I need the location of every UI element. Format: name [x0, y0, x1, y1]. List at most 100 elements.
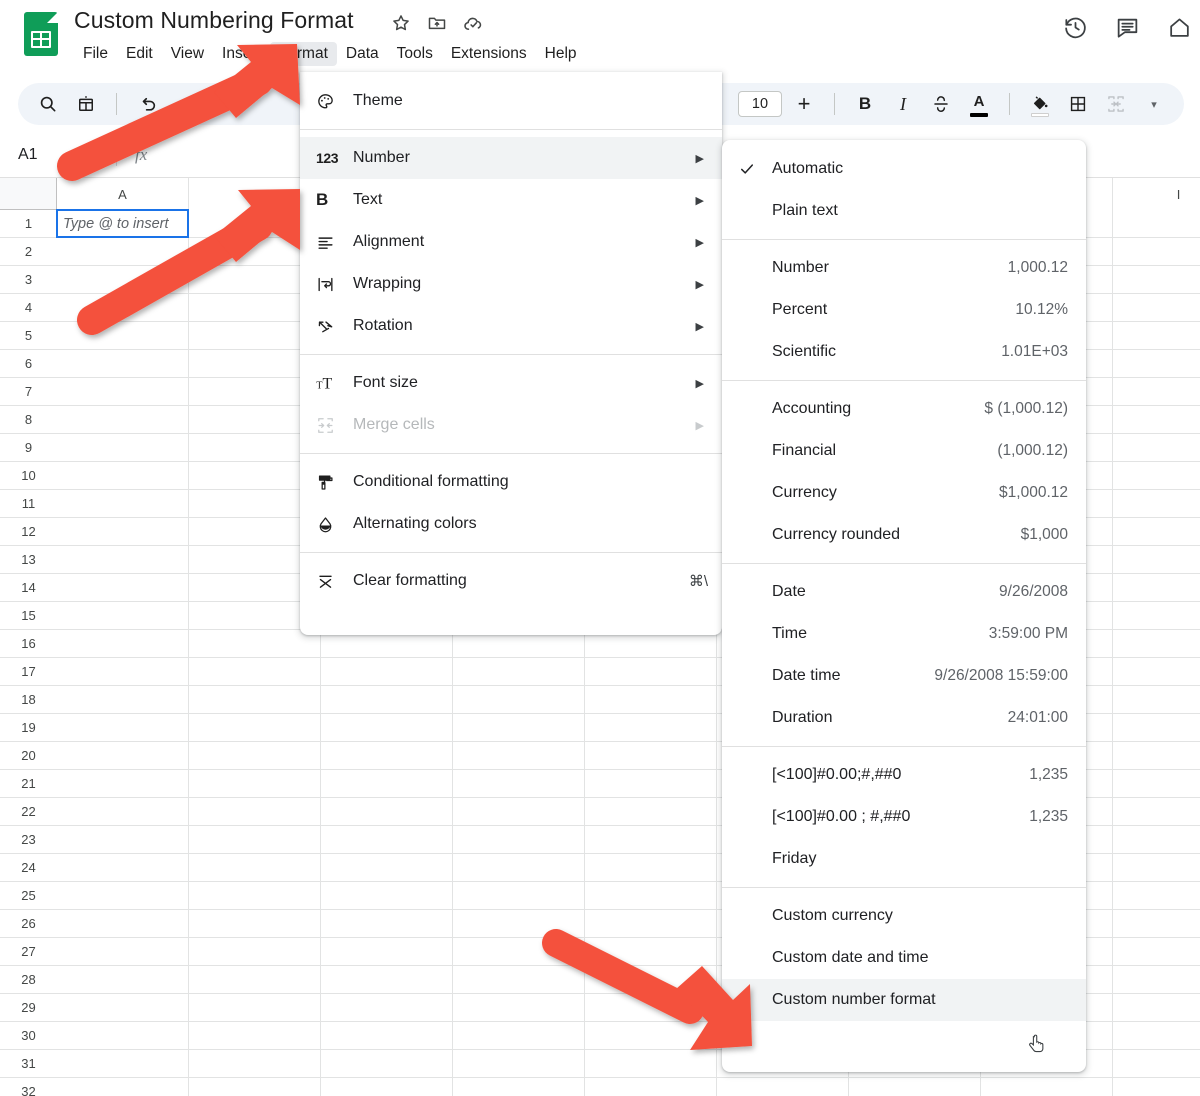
row-header-21[interactable]: 21 — [0, 770, 57, 798]
number-format-item-scientific[interactable]: Scientific1.01E+03 — [722, 331, 1086, 373]
row-header-15[interactable]: 15 — [0, 602, 57, 630]
redo-icon[interactable] — [169, 88, 201, 120]
select-all-corner[interactable] — [0, 178, 57, 210]
row-header-22[interactable]: 22 — [0, 798, 57, 826]
format-menu-item-wrapping[interactable]: Wrapping▶ — [300, 263, 722, 305]
text-color-button[interactable]: A — [963, 88, 995, 120]
number-format-item-custom-date-and-time[interactable]: Custom date and time — [722, 937, 1086, 979]
row-header-18[interactable]: 18 — [0, 686, 57, 714]
row-header-8[interactable]: 8 — [0, 406, 57, 434]
name-box[interactable]: A1 — [10, 141, 106, 169]
menu-edit[interactable]: Edit — [117, 42, 162, 66]
version-history-icon[interactable] — [1060, 12, 1090, 42]
menu-insert[interactable]: Insert — [213, 42, 270, 66]
number-format-item-custom-currency[interactable]: Custom currency — [722, 895, 1086, 937]
cell-A1[interactable]: Type @ to insert — [56, 209, 189, 238]
row-header-32[interactable]: 32 — [0, 1078, 57, 1096]
number-format-item-100-0-00-0[interactable]: [<100]#0.00;#,##01,235 — [722, 754, 1086, 796]
number-format-item-sample: 24:01:00 — [998, 709, 1068, 727]
row-header-28[interactable]: 28 — [0, 966, 57, 994]
number-format-item-currency-rounded[interactable]: Currency rounded$1,000 — [722, 514, 1086, 556]
fill-color-button[interactable] — [1024, 88, 1056, 120]
row-header-2[interactable]: 2 — [0, 238, 57, 266]
number-format-item-percent[interactable]: Percent10.12% — [722, 289, 1086, 331]
number-format-item-plain-text[interactable]: Plain text — [722, 190, 1086, 232]
gridline-vertical — [1112, 210, 1113, 1096]
format-menu-item-alternating-colors[interactable]: Alternating colors — [300, 503, 722, 545]
merge-cells-button[interactable] — [1100, 88, 1132, 120]
number-format-item-duration[interactable]: Duration24:01:00 — [722, 697, 1086, 739]
row-header-20[interactable]: 20 — [0, 742, 57, 770]
row-header-14[interactable]: 14 — [0, 574, 57, 602]
italic-button[interactable]: I — [887, 88, 919, 120]
number-format-item-accounting[interactable]: Accounting$ (1,000.12) — [722, 388, 1086, 430]
borders-button[interactable] — [1062, 88, 1094, 120]
row-header-23[interactable]: 23 — [0, 826, 57, 854]
number-format-item-custom-number-format[interactable]: Custom number format — [722, 979, 1086, 1021]
number-format-item-friday[interactable]: Friday — [722, 838, 1086, 880]
move-to-folder-icon[interactable] — [426, 12, 448, 34]
number-format-item-100-0-00-0[interactable]: [<100]#0.00 ; #,##01,235 — [722, 796, 1086, 838]
menu-data[interactable]: Data — [337, 42, 388, 66]
comment-icon[interactable] — [1112, 12, 1142, 42]
row-header-29[interactable]: 29 — [0, 994, 57, 1022]
format-menu-item-number[interactable]: 123Number▶ — [300, 137, 722, 179]
page-title[interactable]: Custom Numbering Format — [74, 7, 354, 34]
more-toolbar-options-icon[interactable]: ▾ — [1138, 88, 1170, 120]
row-header-24[interactable]: 24 — [0, 854, 57, 882]
row-header-13[interactable]: 13 — [0, 546, 57, 574]
format-menu-item-conditional-formatting[interactable]: Conditional formatting — [300, 461, 722, 503]
paint-roller-icon — [316, 473, 344, 492]
row-header-6[interactable]: 6 — [0, 350, 57, 378]
number-format-item-financial[interactable]: Financial(1,000.12) — [722, 430, 1086, 472]
number-format-item-number[interactable]: Number1,000.12 — [722, 247, 1086, 289]
strikethrough-button[interactable] — [925, 88, 957, 120]
row-header-31[interactable]: 31 — [0, 1050, 57, 1078]
column-header-A[interactable]: A — [57, 178, 189, 210]
format-menu-item-clear-formatting[interactable]: Clear formatting⌘\ — [300, 560, 722, 602]
bold-button[interactable]: B — [849, 88, 881, 120]
row-header-1[interactable]: 1 — [0, 210, 57, 238]
menu-file[interactable]: File — [74, 42, 117, 66]
row-header-9[interactable]: 9 — [0, 434, 57, 462]
format-menu-item-alignment[interactable]: Alignment▶ — [300, 221, 722, 263]
present-icon[interactable] — [1164, 12, 1194, 42]
menu-format[interactable]: Format — [270, 42, 337, 66]
row-header-19[interactable]: 19 — [0, 714, 57, 742]
cloud-saved-icon[interactable] — [462, 12, 484, 34]
row-header-11[interactable]: 11 — [0, 490, 57, 518]
number-format-item-automatic[interactable]: Automatic — [722, 148, 1086, 190]
menu-view[interactable]: View — [162, 42, 213, 66]
row-header-5[interactable]: 5 — [0, 322, 57, 350]
undo-icon[interactable] — [131, 88, 163, 120]
row-header-16[interactable]: 16 — [0, 630, 57, 658]
format-menu-item-text[interactable]: BText▶ — [300, 179, 722, 221]
sheets-logo-icon[interactable] — [24, 12, 58, 56]
menu-extensions[interactable]: Extensions — [442, 42, 536, 66]
row-header-10[interactable]: 10 — [0, 462, 57, 490]
menu-help[interactable]: Help — [536, 42, 586, 66]
row-header-27[interactable]: 27 — [0, 938, 57, 966]
row-header-12[interactable]: 12 — [0, 518, 57, 546]
row-header-17[interactable]: 17 — [0, 658, 57, 686]
number-format-item-currency[interactable]: Currency$1,000.12 — [722, 472, 1086, 514]
row-header-3[interactable]: 3 — [0, 266, 57, 294]
increase-font-size-button[interactable]: + — [788, 88, 820, 120]
column-header-I[interactable]: I — [1113, 178, 1200, 210]
number-format-item-time[interactable]: Time3:59:00 PM — [722, 613, 1086, 655]
row-header-4[interactable]: 4 — [0, 294, 57, 322]
row-header-30[interactable]: 30 — [0, 1022, 57, 1050]
number-format-item-date-time[interactable]: Date time9/26/2008 15:59:00 — [722, 655, 1086, 697]
all-sheets-icon[interactable] — [70, 88, 102, 120]
number-format-item-date[interactable]: Date9/26/2008 — [722, 571, 1086, 613]
menu-tools[interactable]: Tools — [388, 42, 442, 66]
format-menu-item-rotation[interactable]: Rotation▶ — [300, 305, 722, 347]
row-header-26[interactable]: 26 — [0, 910, 57, 938]
search-icon[interactable] — [32, 88, 64, 120]
row-header-25[interactable]: 25 — [0, 882, 57, 910]
format-menu-item-font-size[interactable]: T T Font size▶ — [300, 362, 722, 404]
row-header-7[interactable]: 7 — [0, 378, 57, 406]
font-size-input[interactable]: 10 — [738, 91, 782, 117]
star-icon[interactable] — [390, 12, 412, 34]
format-menu-item-theme[interactable]: Theme — [300, 80, 722, 122]
